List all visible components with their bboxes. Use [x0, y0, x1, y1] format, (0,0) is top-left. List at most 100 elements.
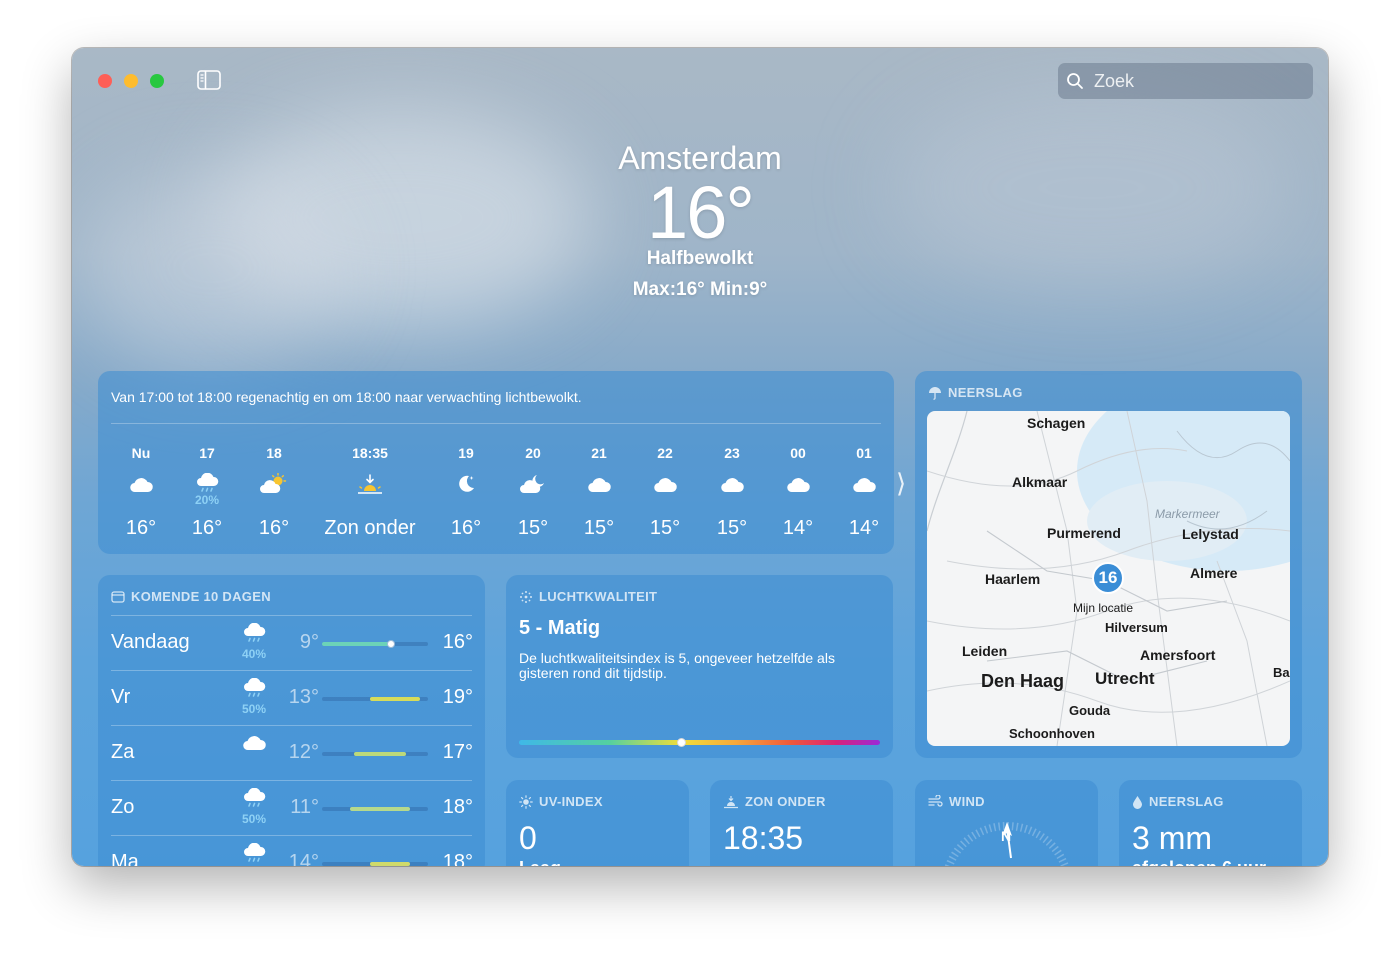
map-label-schagen: Schagen — [1027, 415, 1086, 431]
cloud-icon — [834, 469, 894, 499]
zoom-window-button[interactable] — [150, 74, 164, 88]
cloud-icon — [768, 469, 828, 499]
cloud-moon-icon — [503, 469, 563, 499]
day-precipitation: 50% — [241, 812, 267, 826]
air-quality-indicator — [677, 738, 686, 747]
hourly-item: 21 15° — [569, 445, 629, 539]
divider — [111, 423, 881, 424]
temperature-range-bar — [322, 862, 428, 866]
cloud-icon — [111, 469, 171, 499]
day-row[interactable]: Za 12° 17° — [111, 725, 473, 780]
search-icon — [1067, 73, 1083, 89]
precipitation-map[interactable]: Schagen Alkmaar Markermeer Purmerend Lel… — [927, 411, 1290, 746]
day-row[interactable]: Ma40%14°18° — [111, 835, 473, 866]
uv-index-value: 0 — [519, 820, 537, 856]
moon-icon — [436, 469, 496, 499]
temperature-range-bar — [322, 697, 428, 701]
current-temperature: 16° — [647, 171, 755, 254]
temperature-range-bar — [322, 807, 428, 811]
map-label-gouda: Gouda — [1069, 703, 1111, 718]
sidebar-toggle-icon[interactable] — [197, 70, 221, 90]
wind-card[interactable]: WIND N — [915, 780, 1098, 866]
sunset-icon — [724, 795, 738, 808]
map-label-mijn-locatie: Mijn locatie — [1073, 601, 1134, 615]
wind-header: WIND — [928, 794, 985, 809]
hourly-item: 19 16° — [436, 445, 496, 539]
divider — [111, 780, 472, 781]
hour-label: 18:35 — [352, 445, 388, 461]
map-label-ba: Ba — [1273, 665, 1290, 680]
search-field[interactable] — [1058, 63, 1313, 99]
hourly-forecast-card[interactable]: Van 17:00 tot 18:00 regenachtig en om 18… — [98, 371, 894, 554]
cloud-icon — [702, 469, 762, 499]
sun-icon — [519, 794, 533, 809]
minimize-window-button[interactable] — [124, 74, 138, 88]
hourly-item: 23 15° — [702, 445, 762, 539]
air-quality-card[interactable]: LUCHTKWALITEIT 5 - Matig De luchtkwalite… — [506, 575, 893, 758]
precipitation-map-card[interactable]: NEERSLAG Schagen Alkmaar Markermeer Purm… — [915, 371, 1302, 758]
day-row[interactable]: Vandaag 40% 9° 16° — [111, 615, 473, 670]
map-label-schoonhoven: Schoonhoven — [1009, 726, 1095, 741]
day-row[interactable]: Vr 50% 13° 19° — [111, 670, 473, 725]
day-high: 17° — [442, 741, 473, 763]
day-low: 9° — [299, 631, 319, 653]
day-precipitation: 40% — [241, 647, 267, 661]
map-label-purmerend: Purmerend — [1047, 525, 1121, 541]
air-quality-value: 5 - Matig — [519, 617, 601, 639]
precipitation-total-period: afgelopen 6 uur — [1132, 858, 1266, 866]
precipitation-total-value: 3 mm — [1132, 820, 1212, 856]
precipitation-total-card[interactable]: NEERSLAG 3 mm afgelopen 6 uur — [1119, 780, 1302, 866]
day-high: 19° — [442, 686, 473, 708]
hour-temperature: 15° — [716, 517, 748, 539]
temperature-range-fill — [354, 752, 406, 756]
hourly-item: 01 14° — [834, 445, 894, 539]
cloud-icon — [635, 469, 695, 499]
day-low: 12° — [288, 741, 319, 763]
map-label-amersfoort: Amersfoort — [1140, 647, 1216, 663]
divider — [111, 725, 472, 726]
hourly-item: 00 14° — [768, 445, 828, 539]
hour-label: 18 — [266, 445, 282, 461]
air-quality-icon — [520, 590, 532, 603]
weather-window: Amsterdam 16° Halfbewolkt Max:16° Min:9°… — [72, 48, 1328, 866]
day-high: 18° — [442, 796, 473, 818]
hour-temperature: 14° — [782, 517, 814, 539]
map-label-markermeer: Markermeer — [1155, 507, 1220, 521]
day-name: Ma — [111, 851, 139, 866]
current-location-pin[interactable]: 16 — [1092, 562, 1124, 594]
precipitation-total-title: NEERSLAG — [1149, 794, 1224, 809]
day-name: Za — [111, 741, 135, 763]
sunset-header: ZON ONDER — [723, 794, 826, 809]
uv-index-card[interactable]: UV-INDEX 0 Laag — [506, 780, 689, 866]
hour-temperature: 16° — [450, 517, 482, 539]
day-high: 18° — [442, 851, 473, 866]
hour-label: 21 — [591, 445, 607, 461]
cloud-rain-icon — [237, 788, 271, 814]
day-precipitation: 50% — [241, 702, 267, 716]
calendar-icon — [111, 591, 125, 603]
sunset-card[interactable]: ZON ONDER 18:35 — [710, 780, 893, 866]
map-label-utrecht: Utrecht — [1095, 669, 1155, 688]
hour-temperature: 15° — [517, 517, 549, 539]
map-label-den-haag: Den Haag — [981, 671, 1065, 691]
hour-label: 01 — [856, 445, 872, 461]
next-hours-chevron-icon[interactable]: ⟩ — [896, 468, 906, 499]
cloud-icon — [569, 469, 629, 499]
hour-label: 00 — [790, 445, 806, 461]
close-window-button[interactable] — [98, 74, 112, 88]
ten-day-forecast-card[interactable]: KOMENDE 10 DAGEN Vandaag 40% 9° 16° Vr 50% 13°… — [98, 575, 485, 866]
search-input[interactable] — [1092, 69, 1296, 93]
divider — [111, 615, 472, 616]
uv-index-header: UV-INDEX — [519, 794, 603, 809]
wind-title: WIND — [949, 794, 985, 809]
hour-label: Nu — [131, 445, 151, 461]
hourly-summary: Van 17:00 tot 18:00 regenachtig en om 18… — [111, 389, 582, 405]
cloud-rain-icon — [237, 843, 271, 866]
day-row[interactable]: Zo 50% 11° 18° — [111, 780, 473, 835]
air-quality-header: LUCHTKWALITEIT — [519, 589, 657, 604]
high-low-temperature: Max:16° Min:9° — [632, 279, 768, 300]
sunset-icon — [315, 469, 425, 499]
hourly-item: Nu 16° — [111, 445, 171, 539]
precipitation-total-header: NEERSLAG — [1132, 794, 1224, 809]
temperature-range-fill — [370, 862, 410, 866]
